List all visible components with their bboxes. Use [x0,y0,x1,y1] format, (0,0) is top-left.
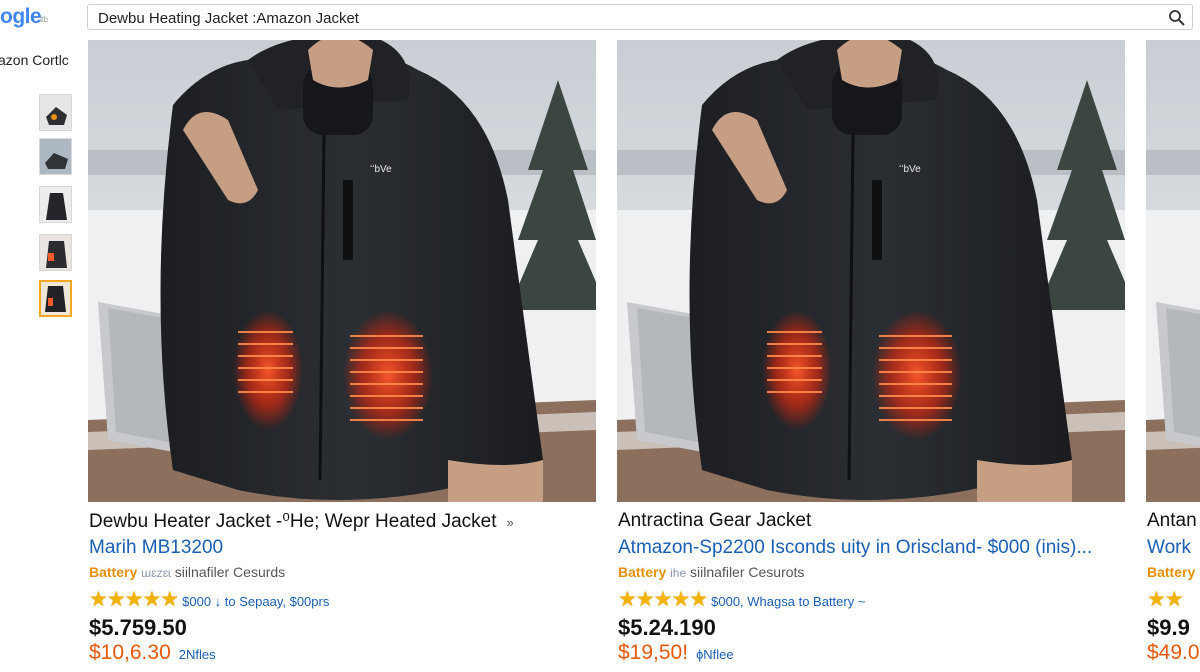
star-rating-icon: ★★ [1147,588,1184,611]
jacket-thumbnail-icon [41,282,70,315]
result-subtitle-link[interactable]: Atmazon-Sp2200 Isconds uity in Oriscland… [618,537,1092,559]
heated-jacket-photo [617,40,1125,502]
price: $5.759.50 [89,615,187,640]
result-card[interactable]: Antan Work Battery ★★ $9.9 $49.0 [1146,40,1200,672]
result-subtitle-link[interactable]: Marih MB13200 [89,537,223,559]
result-title-text: Dewbu Heater Jacket -⁰He; Wepr Heated Ja… [89,511,497,532]
offer-count-link[interactable]: ɸNflee [696,647,734,662]
result-tag: Battery ihe siilnafiler Cesurots [618,564,804,580]
result-tag: Battery [1147,564,1195,580]
rating-row: ★★★★★ $000, Whagsa to Battery ~ [618,587,865,611]
rating-meta-link[interactable]: $000, Whagsa to Battery ~ [711,594,865,609]
top-bar: ogle ttb [0,0,1200,38]
sidebar: azon Cortlc [0,38,87,672]
logo-badge: ttb [40,15,48,24]
star-rating-icon: ★★★★★ [618,588,708,611]
tag-mid: ihe [670,566,687,580]
logo-text: ogle [0,5,42,28]
result-title[interactable]: Antractina Gear Jacket [618,510,811,532]
tag-mid: ɯɛzɛɩ [141,566,171,580]
product-image[interactable] [1146,40,1200,502]
result-title-text[interactable]: Antan [1147,510,1197,532]
offer-count-link[interactable]: 2Nfles [179,647,216,662]
price-alt-value: $49.0 [1147,641,1200,664]
jacket-thumbnail-icon [40,139,71,174]
thumbnail-3[interactable] [39,186,72,223]
battery-label: Battery [1147,564,1196,580]
product-image[interactable] [617,40,1125,502]
result-card[interactable]: Antractina Gear Jacket Atmazon-Sp2200 Is… [617,40,1125,672]
price-alt: $10,6.30 2Nfles [89,641,216,665]
tag-text: siilnafiler Cesurots [690,564,805,580]
result-card[interactable]: Dewbu Heater Jacket -⁰He; Wepr Heated Ja… [88,40,596,672]
rating-row: ★★ [1147,587,1184,611]
result-tag: Battery ɯɛzɛɩ siilnafiler Cesurds [89,564,285,580]
heated-jacket-photo [88,40,596,502]
result-subtitle-link[interactable]: Work [1147,537,1191,559]
thumbnail-2[interactable] [39,138,72,175]
search-icon[interactable] [1168,9,1186,27]
more-arrow-icon[interactable]: » [507,515,514,530]
rating-row: ★★★★★ $000 ↓ to Sepaay, $00prs [89,587,329,611]
product-image[interactable] [88,40,596,502]
tag-text: siilnafiler Cesurds [174,564,286,580]
thumbnail-5[interactable] [39,280,72,317]
jacket-thumbnail-icon [40,95,71,130]
price: $9.9 [1147,615,1190,640]
sidebar-title: azon Cortlc [0,52,69,68]
result-title-text: Antractina Gear Jacket [618,510,812,531]
thumbnail-1[interactable] [39,94,72,131]
battery-label: Battery [89,564,138,580]
search-input[interactable] [96,7,1160,29]
price: $5.24.190 [618,615,716,640]
rating-meta-link[interactable]: $000 ↓ to Sepaay, $00prs [182,594,329,609]
battery-label: Battery [618,564,667,580]
jacket-thumbnail-icon [40,235,71,270]
price-alt-value: $10,6.30 [89,641,171,664]
heated-jacket-photo [1146,40,1200,502]
price-alt: $19,50! ɸNflee [618,641,734,665]
search-box[interactable] [87,4,1193,30]
search-engine-logo[interactable]: ogle ttb [0,5,62,31]
jacket-thumbnail-icon [40,187,71,222]
star-rating-icon: ★★★★★ [89,588,179,611]
result-title[interactable]: Dewbu Heater Jacket -⁰He; Wepr Heated Ja… [89,510,514,533]
price-alt-value: $19,50! [618,641,689,664]
thumbnail-4[interactable] [39,234,72,271]
